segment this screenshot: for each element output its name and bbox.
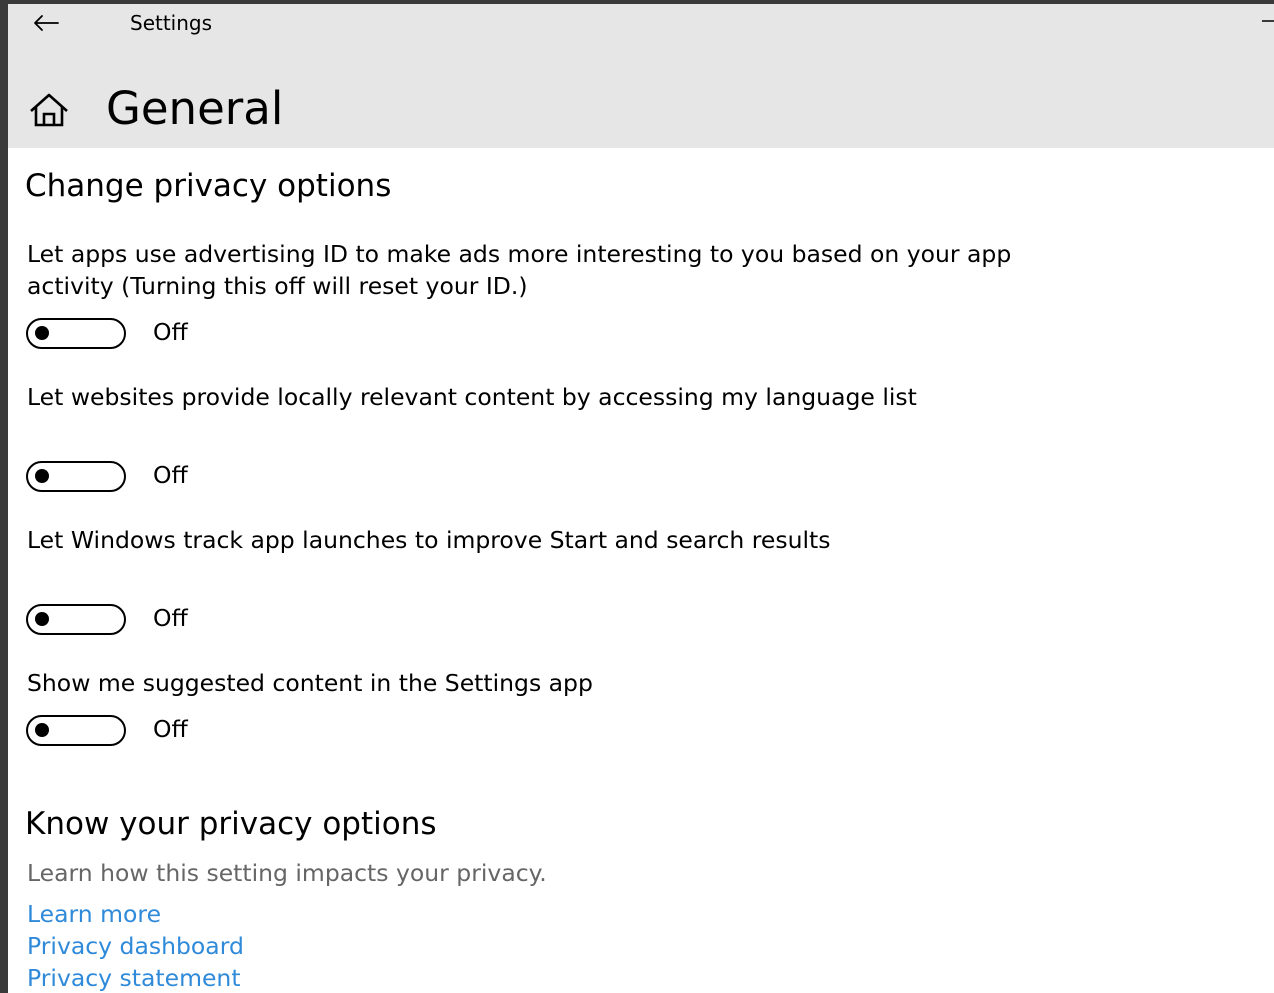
privacy-help-text: Learn how this setting impacts your priv… bbox=[27, 859, 547, 887]
learn-more-link[interactable]: Learn more bbox=[27, 900, 161, 928]
privacy-dashboard-link[interactable]: Privacy dashboard bbox=[27, 932, 244, 960]
page-header: General bbox=[8, 44, 1274, 148]
language-list-state: Off bbox=[153, 461, 188, 489]
back-button[interactable] bbox=[26, 6, 66, 40]
privacy-statement-link[interactable]: Privacy statement bbox=[27, 964, 241, 992]
suggested-content-state: Off bbox=[153, 715, 188, 743]
know-privacy-heading: Know your privacy options bbox=[25, 806, 437, 842]
suggested-content-description: Show me suggested content in the Setting… bbox=[27, 669, 593, 697]
app-launch-tracking-description: Let Windows track app launches to improv… bbox=[27, 526, 831, 554]
arrow-left-icon bbox=[34, 15, 59, 31]
title-bar: Settings bbox=[8, 4, 1274, 44]
app-launch-tracking-toggle[interactable] bbox=[26, 604, 126, 635]
toggle-knob bbox=[35, 326, 49, 340]
suggested-content-toggle[interactable] bbox=[26, 715, 126, 746]
toggle-knob bbox=[35, 469, 49, 483]
home-icon bbox=[30, 93, 68, 127]
advertising-id-description: Let apps use advertising ID to make ads … bbox=[27, 240, 1012, 300]
app-launch-tracking-state: Off bbox=[153, 604, 188, 632]
advertising-id-state: Off bbox=[153, 318, 188, 346]
change-privacy-heading: Change privacy options bbox=[25, 168, 392, 204]
minimize-button[interactable] bbox=[1254, 4, 1274, 38]
page-title: General bbox=[106, 82, 284, 135]
language-list-toggle[interactable] bbox=[26, 461, 126, 492]
app-title: Settings bbox=[130, 11, 213, 35]
settings-window: Settings General Change privacy options … bbox=[8, 4, 1274, 993]
minimize-icon bbox=[1262, 20, 1274, 22]
toggle-knob bbox=[35, 723, 49, 737]
advertising-id-toggle[interactable] bbox=[26, 318, 126, 349]
language-list-description: Let websites provide locally relevant co… bbox=[27, 383, 917, 411]
toggle-knob bbox=[35, 612, 49, 626]
